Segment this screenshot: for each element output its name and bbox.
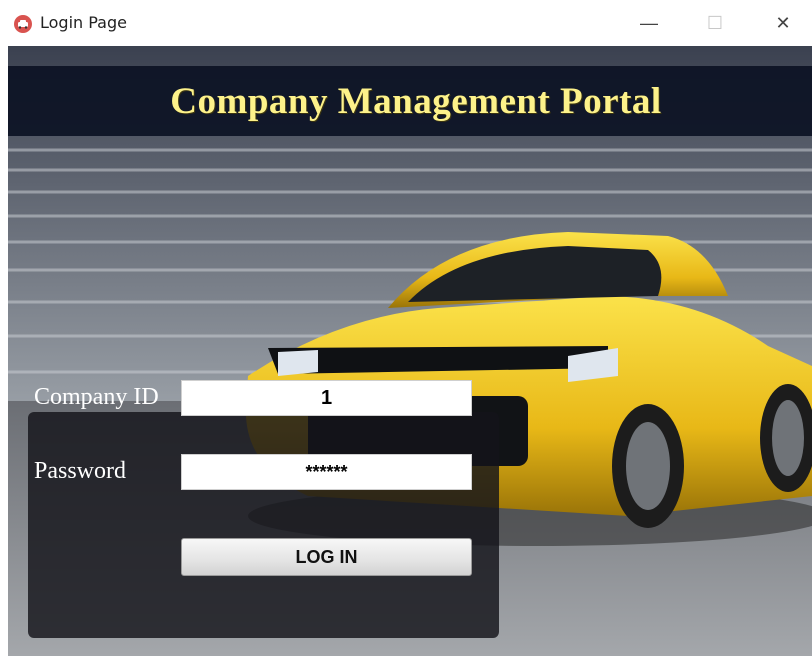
minimize-button[interactable]: — xyxy=(626,6,672,40)
company-id-label: Company ID xyxy=(34,384,159,410)
car-icon xyxy=(14,15,32,33)
login-window: Login Page — ☐ ✕ Company Management Port… xyxy=(0,0,812,656)
window-title: Login Page xyxy=(40,13,127,32)
title-bar: Login Page — ☐ ✕ xyxy=(0,0,812,46)
login-panel xyxy=(28,412,499,638)
maximize-button[interactable]: ☐ xyxy=(692,6,738,40)
password-label: Password xyxy=(34,458,127,484)
portal-title: Company Management Portal xyxy=(170,81,662,122)
login-button[interactable]: LOG IN xyxy=(181,538,472,576)
password-input[interactable] xyxy=(181,454,472,490)
close-button[interactable]: ✕ xyxy=(760,6,806,40)
company-id-input[interactable] xyxy=(181,380,472,416)
